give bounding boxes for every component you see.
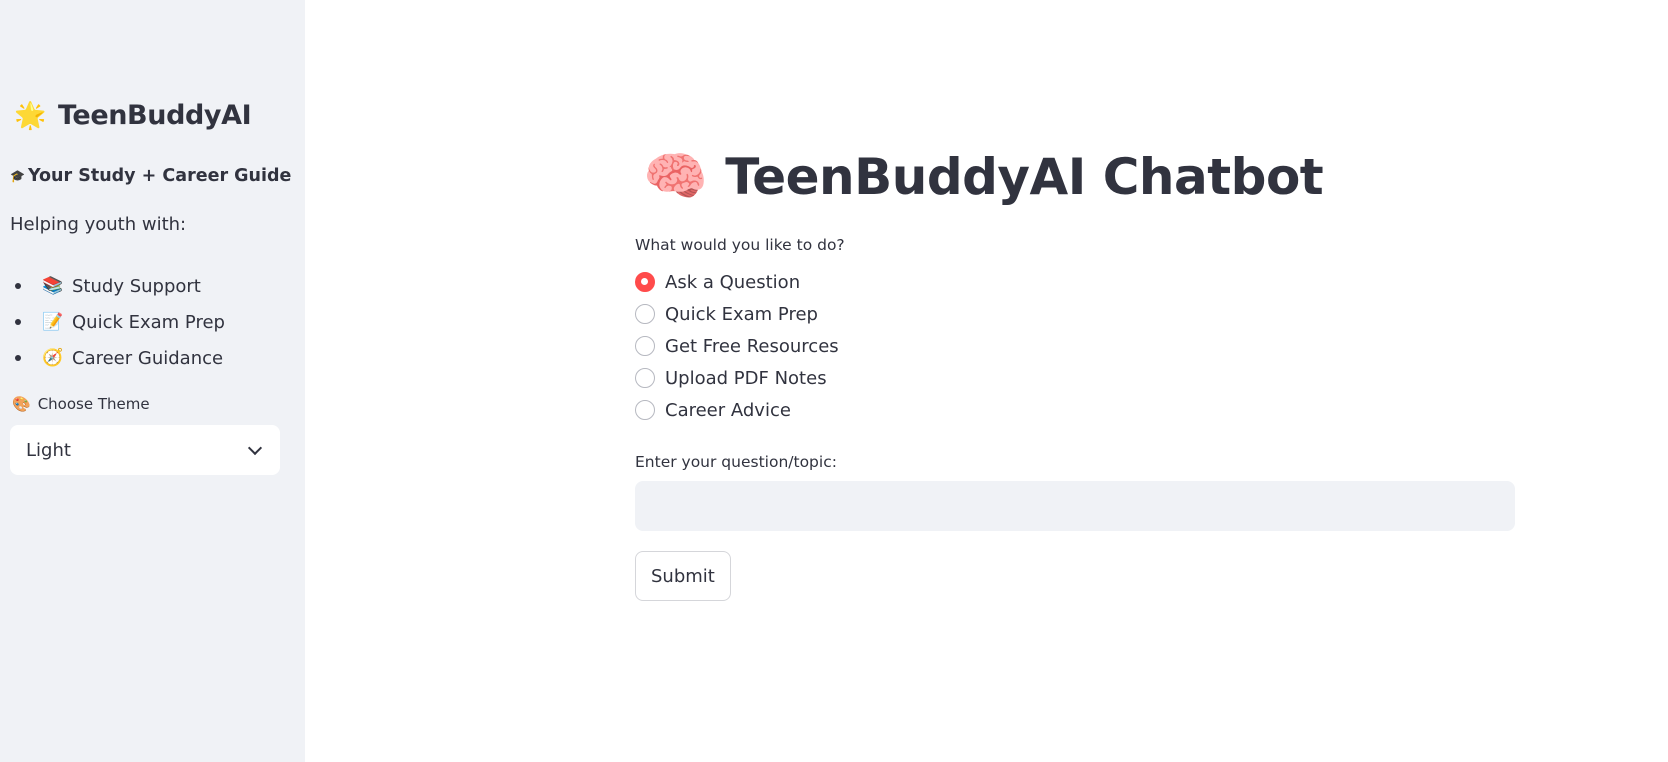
radio-label: Career Advice [665,399,791,421]
action-radio-label: What would you like to do? [635,236,845,254]
radio-get-free-resources[interactable]: Get Free Resources [635,330,839,362]
chevron-down-icon [247,440,263,455]
brain-icon: 🧠 [643,147,708,207]
books-icon: 📚 [42,276,64,296]
app-root: 🌟 TeenBuddyAI 🎓 Your Study + Career Guid… [0,0,1668,762]
star-icon: 🌟 [14,100,46,131]
action-radio-group: Ask a Question Quick Exam Prep Get Free … [635,266,839,426]
radio-ask-question[interactable]: Ask a Question [635,266,839,298]
radio-label: Upload PDF Notes [665,367,827,389]
page-title-text: TeenBuddyAI Chatbot [725,147,1324,206]
question-input[interactable] [635,481,1515,531]
compass-icon: 🧭 [42,348,64,368]
list-item: 📝 Quick Exam Prep [10,304,225,340]
theme-label: 🎨 Choose Theme [12,395,150,413]
main-content: 🧠 TeenBuddyAI Chatbot What would you lik… [305,0,1668,762]
radio-label: Quick Exam Prep [665,303,818,325]
theme-select-value: Light [26,439,71,461]
list-item-label: Quick Exam Prep [72,311,225,333]
list-item-label: Study Support [72,275,201,297]
radio-label: Ask a Question [665,271,801,293]
radio-quick-exam-prep[interactable]: Quick Exam Prep [635,298,839,330]
radio-label: Get Free Resources [665,335,839,357]
radio-circle[interactable] [635,336,655,356]
sidebar-title-text: TeenBuddyAI [57,100,252,131]
radio-circle[interactable] [635,400,655,420]
graduation-cap-icon: 🎓 [10,169,25,183]
list-item: 📚 Study Support [10,268,225,304]
sidebar-title: 🌟 TeenBuddyAI [14,100,252,131]
radio-career-advice[interactable]: Career Advice [635,394,839,426]
radio-upload-pdf-notes[interactable]: Upload PDF Notes [635,362,839,394]
bullet-icon [15,355,21,361]
bullet-icon [15,319,21,325]
radio-circle[interactable] [635,272,655,292]
memo-icon: 📝 [42,312,64,332]
list-item: 🧭 Career Guidance [10,340,225,376]
bullet-icon [15,283,21,289]
submit-button[interactable]: Submit [635,551,731,601]
theme-select[interactable]: Light [10,425,280,475]
sidebar-helping-text: Helping youth with: [10,214,187,235]
page-title: 🧠 TeenBuddyAI Chatbot [643,146,1324,207]
theme-label-text: Choose Theme [37,395,150,413]
palette-icon: 🎨 [12,395,31,413]
sidebar-subtitle: 🎓 Your Study + Career Guide [10,166,291,186]
question-input-label: Enter your question/topic: [635,453,837,471]
sidebar-feature-list: 📚 Study Support 📝 Quick Exam Prep 🧭 Care… [10,268,225,376]
radio-circle[interactable] [635,368,655,388]
sidebar-subtitle-text: Your Study + Career Guide [27,166,292,186]
radio-circle[interactable] [635,304,655,324]
list-item-label: Career Guidance [72,347,224,369]
sidebar: 🌟 TeenBuddyAI 🎓 Your Study + Career Guid… [0,0,305,762]
